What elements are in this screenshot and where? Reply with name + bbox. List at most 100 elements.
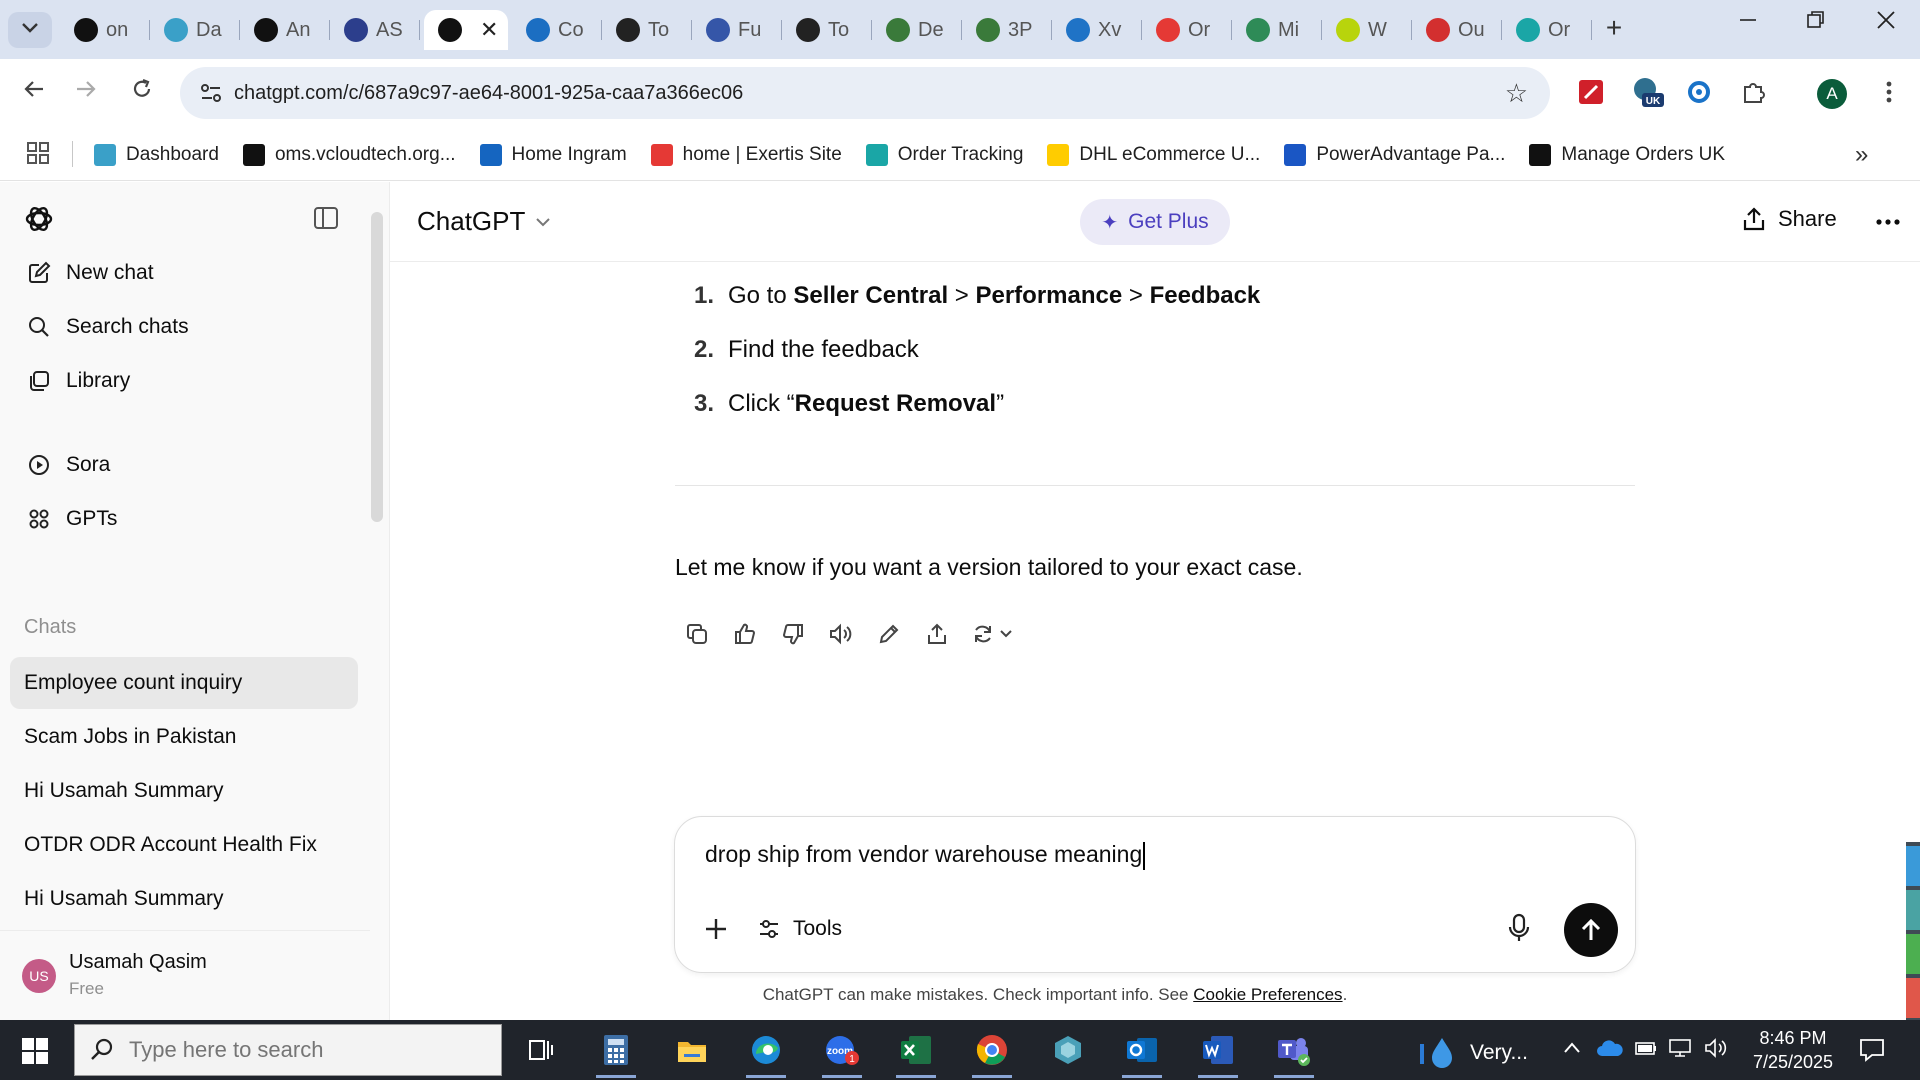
sidebar-item-new-chat[interactable]: New chat	[10, 248, 360, 298]
word-app-icon[interactable]	[1196, 1030, 1240, 1078]
chatgpt-logo-icon[interactable]	[22, 202, 56, 236]
sidebar-scrollbar[interactable]	[371, 212, 383, 522]
chat-history-item[interactable]: Scam Jobs in Pakistan	[10, 711, 358, 763]
edit-pen-icon[interactable]	[865, 616, 913, 652]
site-info-icon[interactable]	[198, 80, 224, 106]
tab[interactable]: Mi	[1232, 10, 1322, 50]
apps-grid-icon[interactable]	[26, 141, 50, 170]
taskbar-search-input[interactable]	[129, 1037, 479, 1063]
minimize-icon[interactable]	[1728, 10, 1768, 36]
share-button[interactable]: Share	[1742, 206, 1837, 232]
tab[interactable]: An	[240, 10, 330, 50]
pdf-extension-icon[interactable]	[1574, 75, 1608, 109]
tab[interactable]: De	[872, 10, 962, 50]
more-bookmarks-icon[interactable]: »	[1855, 141, 1868, 169]
get-plus-button[interactable]: ✦ Get Plus	[1080, 199, 1230, 245]
tab[interactable]: AS	[330, 10, 420, 50]
tab[interactable]: Xv	[1052, 10, 1142, 50]
hexagon-app-icon[interactable]	[1046, 1030, 1090, 1070]
tab[interactable]: W	[1322, 10, 1412, 50]
tab[interactable]: 3P	[962, 10, 1052, 50]
close-window-icon[interactable]	[1866, 10, 1906, 36]
battery-icon[interactable]	[1634, 1038, 1658, 1063]
onedrive-icon[interactable]	[1596, 1038, 1624, 1063]
network-icon[interactable]	[1668, 1038, 1694, 1063]
read-aloud-icon[interactable]	[817, 616, 865, 652]
tab[interactable]: Co	[512, 10, 602, 50]
tab[interactable]: To	[782, 10, 872, 50]
browser-menu-icon[interactable]	[1872, 75, 1906, 109]
bookmark-item[interactable]: Home Ingram	[479, 139, 627, 171]
attach-plus-icon[interactable]	[703, 913, 729, 950]
copy-icon[interactable]	[673, 616, 721, 652]
tab[interactable]: Da	[150, 10, 240, 50]
back-icon[interactable]	[16, 77, 52, 108]
message-divider	[675, 485, 1635, 486]
regenerate-icon[interactable]	[961, 616, 1029, 652]
sidebar-item-sora[interactable]: Sora	[10, 440, 360, 490]
model-selector[interactable]: ChatGPT	[417, 206, 551, 237]
sidebar-item-gpts[interactable]: GPTs	[10, 494, 360, 544]
more-options-icon[interactable]	[1876, 204, 1900, 232]
tab[interactable]: Fu	[692, 10, 782, 50]
url-text[interactable]: chatgpt.com/c/687a9c97-ae64-8001-925a-ca…	[234, 82, 743, 105]
microphone-icon[interactable]	[1507, 913, 1531, 948]
outlook-app-icon[interactable]	[1120, 1030, 1164, 1078]
reload-icon[interactable]	[124, 77, 160, 108]
sidebar-item-search-chats[interactable]: Search chats	[10, 302, 360, 352]
tab[interactable]: Ou	[1412, 10, 1502, 50]
address-bar[interactable]: chatgpt.com/c/687a9c97-ae64-8001-925a-ca…	[180, 67, 1550, 119]
sidebar-toggle-icon[interactable]	[313, 206, 339, 230]
cookie-preferences-link[interactable]: Cookie Preferences	[1193, 985, 1342, 1004]
tools-button[interactable]: Tools	[757, 917, 842, 941]
uk-globe-extension-icon[interactable]: UK	[1630, 75, 1664, 109]
message-input[interactable]: drop ship from vendor warehouse meaning	[705, 841, 1585, 870]
chrome-app-icon[interactable]	[970, 1030, 1014, 1078]
bookmark-item[interactable]: PowerAdvantage Pa...	[1284, 139, 1505, 171]
ring-extension-icon[interactable]	[1682, 75, 1716, 109]
tab[interactable]: To	[602, 10, 692, 50]
tab[interactable]: Or	[1142, 10, 1232, 50]
bookmark-item[interactable]: Order Tracking	[865, 139, 1023, 171]
bookmark-item[interactable]: Manage Orders UK	[1529, 139, 1725, 171]
bookmark-item[interactable]: DHL eCommerce U...	[1047, 139, 1260, 171]
chevron-up-icon[interactable]	[1562, 1038, 1582, 1063]
volume-icon[interactable]	[1704, 1038, 1730, 1063]
tab[interactable]: on	[60, 10, 150, 50]
edge-browser-icon[interactable]	[744, 1030, 788, 1078]
new-tab-button[interactable]: +	[1598, 12, 1630, 44]
chat-history-item[interactable]: OTDR ODR Account Health Fix	[10, 819, 358, 871]
sidebar-item-library[interactable]: Library	[10, 356, 360, 406]
tab[interactable]: Or	[1502, 10, 1592, 50]
taskbar-search[interactable]	[74, 1024, 502, 1076]
close-tab-icon[interactable]: ✕	[480, 17, 498, 43]
file-explorer-icon[interactable]	[670, 1030, 714, 1070]
restore-icon[interactable]	[1796, 10, 1836, 36]
extensions-puzzle-icon[interactable]	[1736, 75, 1770, 109]
user-menu[interactable]: US Usamah Qasim Free	[0, 930, 370, 1020]
system-clock[interactable]: 8:46 PM 7/25/2025	[1738, 1026, 1848, 1074]
thumbs-up-icon[interactable]	[721, 616, 769, 652]
windows-start-icon[interactable]	[22, 1038, 48, 1069]
tab-active[interactable]: ✕	[424, 10, 508, 50]
profile-avatar[interactable]: A	[1817, 79, 1847, 109]
teams-app-icon[interactable]	[1272, 1030, 1316, 1078]
tab-search-button[interactable]	[8, 12, 52, 48]
bookmark-item[interactable]: Dashboard	[94, 139, 219, 171]
notifications-icon[interactable]	[1858, 1036, 1886, 1069]
bookmark-item[interactable]: oms.vcloudtech.org...	[242, 139, 456, 171]
excel-app-icon[interactable]	[894, 1030, 938, 1078]
thumbs-down-icon[interactable]	[769, 616, 817, 652]
zoom-app-icon[interactable]: zoom 1	[820, 1030, 864, 1078]
share-message-icon[interactable]	[913, 616, 961, 652]
weather-widget[interactable]: Very...	[1420, 1036, 1528, 1070]
send-button[interactable]	[1564, 903, 1618, 957]
bookmark-star-icon[interactable]: ☆	[1505, 78, 1528, 109]
chat-history-item[interactable]: Employee count inquiry	[10, 657, 358, 709]
calculator-app-icon[interactable]	[594, 1030, 638, 1078]
chat-history-item[interactable]: Hi Usamah Summary	[10, 873, 358, 925]
task-view-icon[interactable]	[518, 1030, 562, 1070]
forward-icon[interactable]	[68, 77, 104, 108]
chat-history-item[interactable]: Hi Usamah Summary	[10, 765, 358, 817]
bookmark-item[interactable]: home | Exertis Site	[650, 139, 842, 171]
